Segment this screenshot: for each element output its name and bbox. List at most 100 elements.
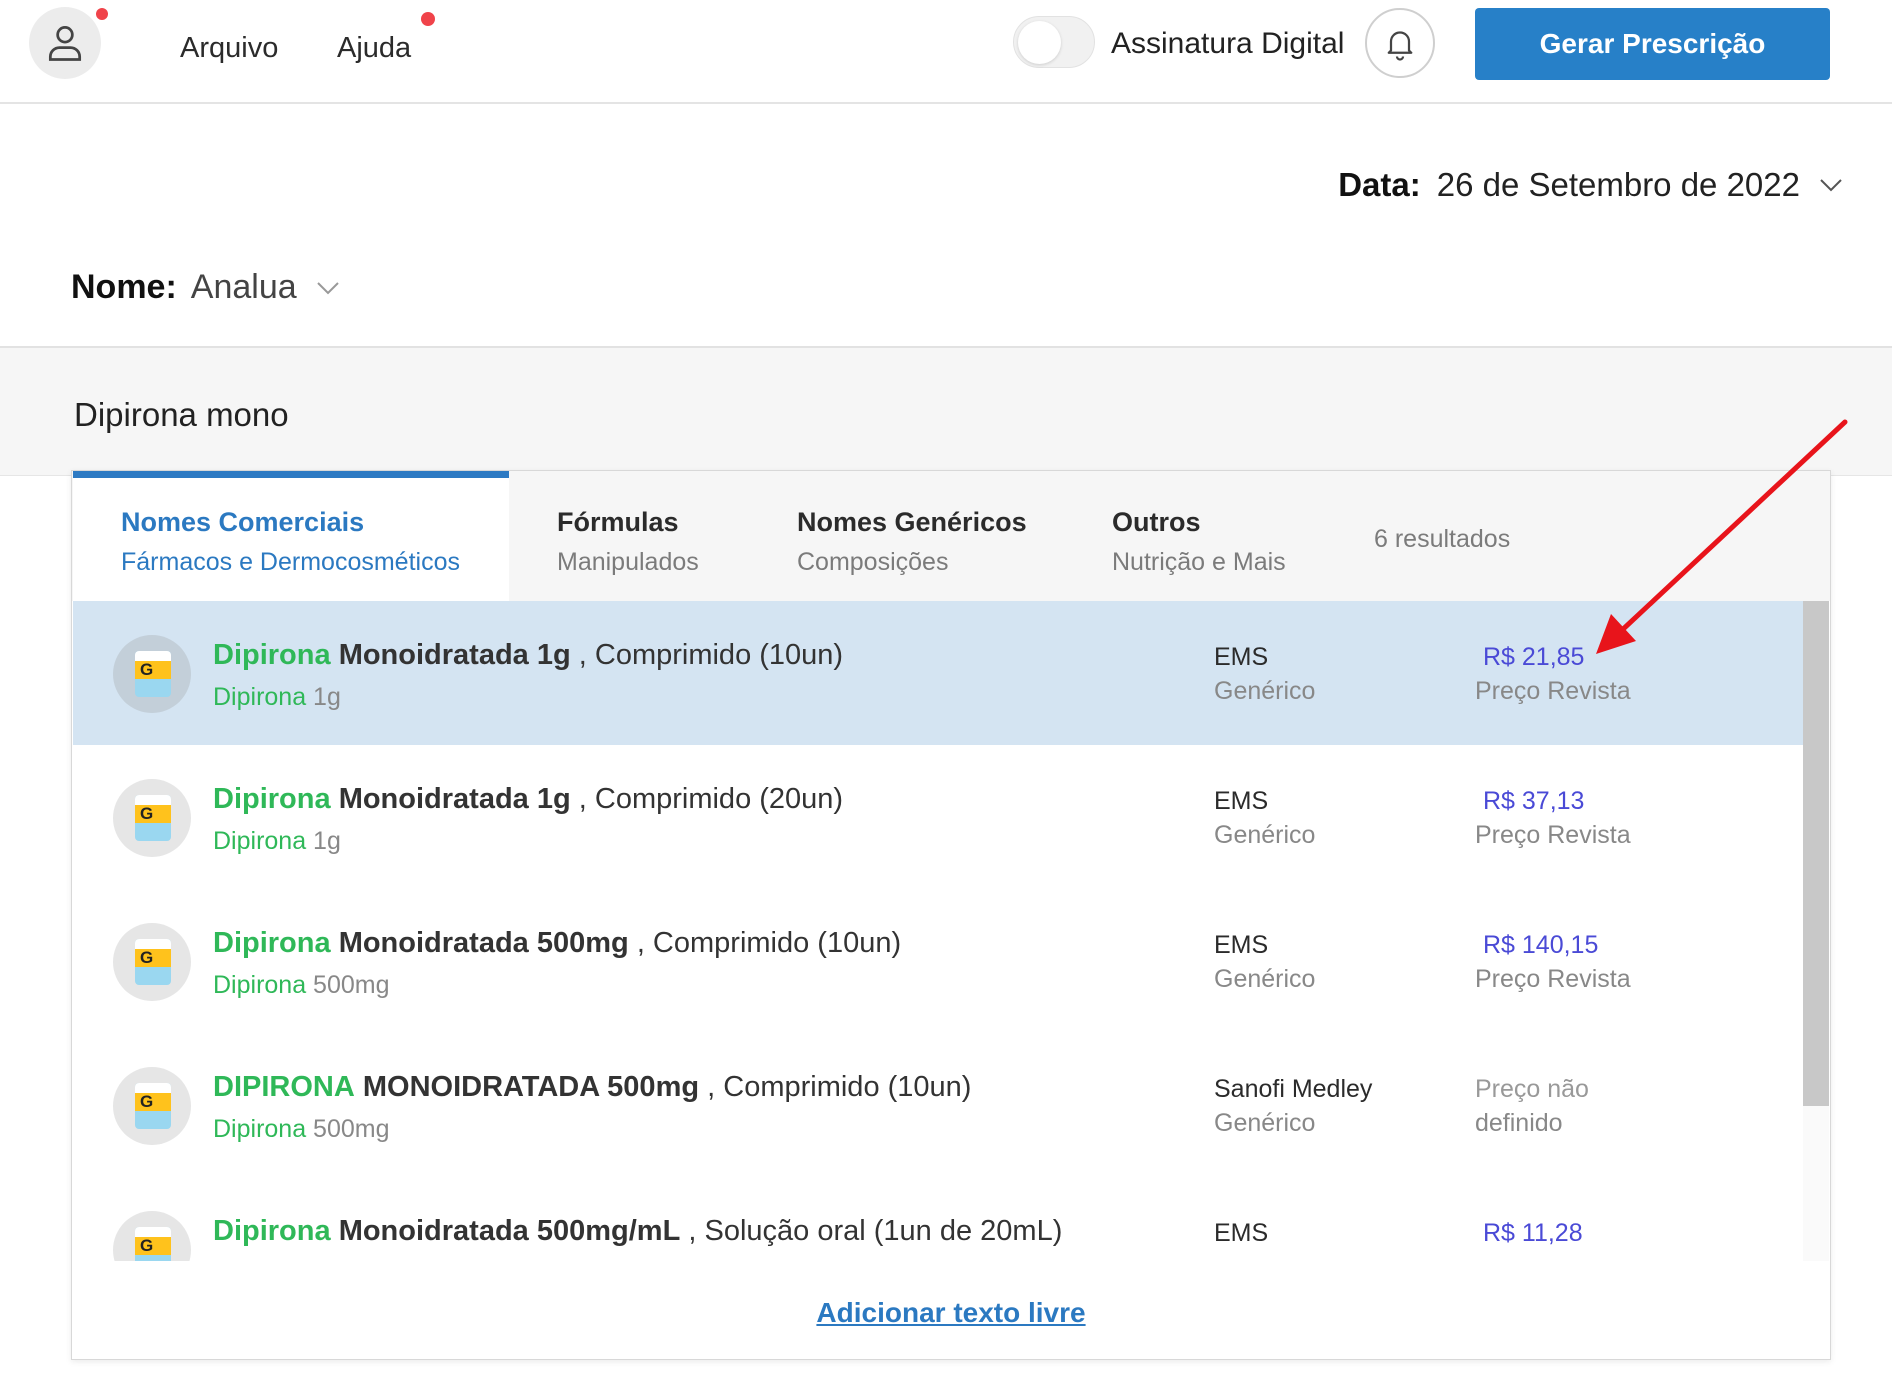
- manufacturer: Sanofi Medley: [1214, 1075, 1373, 1103]
- patient-name-selector[interactable]: Nome: Analua: [71, 268, 339, 307]
- tab-nomes-comerciais[interactable]: Nomes Comerciais Fármacos e Dermocosméti…: [73, 471, 509, 601]
- scrollbar-thumb[interactable]: [1803, 601, 1829, 1106]
- bell-icon: [1387, 31, 1413, 61]
- tab-subtitle: Fármacos e Dermocosméticos: [121, 548, 460, 576]
- substance-dose: 1g: [306, 683, 341, 711]
- manufacturer-type: Genérico: [1214, 677, 1316, 705]
- substance-dose: 500mg: [306, 1115, 390, 1143]
- manufacturer: EMS: [1214, 787, 1269, 815]
- digital-signature-label: Assinatura Digital: [1111, 27, 1345, 60]
- manufacturer: EMS: [1214, 643, 1269, 671]
- price-value: R$ 140,15: [1483, 931, 1599, 959]
- tab-subtitle: Composições: [797, 548, 949, 576]
- date-label: Data:: [1338, 166, 1421, 203]
- medicine-form: , Comprimido (10un): [636, 927, 902, 959]
- generic-badge-letter: G: [135, 1092, 171, 1111]
- tab-outros[interactable]: Outros Nutrição e Mais: [1112, 471, 1332, 601]
- medicine-substance: Dipirona 500mg: [213, 1115, 390, 1144]
- generic-medicine-icon: G: [113, 1211, 191, 1261]
- generic-badge-letter: G: [135, 804, 171, 823]
- medicine-brand: Dipirona: [213, 1215, 331, 1247]
- medicine-strength: Monoidratada 1g: [338, 639, 571, 671]
- manufacturer: EMS: [1214, 931, 1269, 959]
- generic-badge-letter: G: [135, 948, 171, 967]
- tab-title: Nomes Comerciais: [121, 507, 365, 537]
- date-selector[interactable]: Data: 26 de Setembro de 2022: [1338, 166, 1842, 204]
- substance-name: Dipirona: [213, 1115, 307, 1143]
- search-results-panel: Nomes Comerciais Fármacos e Dermocosméti…: [71, 470, 1831, 1360]
- medicine-form: , Solução oral (1un de 20mL): [688, 1215, 1063, 1247]
- digital-signature-toggle[interactable]: [1013, 16, 1095, 68]
- medication-search-area: [0, 346, 1892, 476]
- manufacturer: EMS: [1214, 1219, 1269, 1247]
- medicine-strength: MONOIDRATADA 500mg: [362, 1071, 700, 1103]
- menu-ajuda[interactable]: Ajuda: [337, 32, 411, 65]
- medicine-brand: Dipirona: [213, 783, 331, 815]
- result-row[interactable]: G Dipirona Monoidratada 1g , Comprimido …: [73, 745, 1803, 889]
- generic-medicine-icon: G: [113, 923, 191, 1001]
- medicine-strength: Monoidratada 500mg: [338, 927, 629, 959]
- medicine-strength: Monoidratada 1g: [338, 783, 571, 815]
- avatar-notification-dot: [96, 8, 108, 20]
- medicine-form: , Comprimido (10un): [707, 1071, 972, 1103]
- substance-name: Dipirona: [213, 683, 307, 711]
- tab-nomes-genericos[interactable]: Nomes Genéricos Composições: [797, 471, 1097, 601]
- results-count: 6 resultados: [1374, 525, 1511, 553]
- price-value: Preço não: [1475, 1075, 1589, 1103]
- substance-name: Dipirona: [213, 827, 307, 855]
- medicine-brand: DIPIRONA: [213, 1071, 355, 1103]
- chevron-down-icon: [316, 281, 339, 294]
- help-notification-dot: [421, 12, 435, 26]
- price-label: Preço Revista: [1475, 821, 1631, 849]
- user-avatar[interactable]: [29, 7, 101, 79]
- tab-title: Fórmulas: [557, 507, 679, 537]
- generic-medicine-icon: G: [113, 635, 191, 713]
- price-value: R$ 37,13: [1483, 787, 1585, 815]
- result-row[interactable]: G Dipirona Monoidratada 500mg/mL , Soluç…: [73, 1177, 1803, 1261]
- add-free-text-link[interactable]: Adicionar texto livre: [72, 1297, 1830, 1329]
- manufacturer-type: Genérico: [1214, 821, 1316, 849]
- medicine-strength: Monoidratada 500mg/mL: [338, 1215, 681, 1247]
- tab-subtitle: Manipulados: [557, 548, 699, 576]
- manufacturer-type: Genérico: [1214, 1109, 1316, 1137]
- medicine-substance: Dipirona 1g: [213, 827, 341, 856]
- tab-subtitle: Nutrição e Mais: [1112, 548, 1286, 576]
- medicine-form: , Comprimido (20un): [578, 783, 844, 815]
- medicine-title: Dipirona Monoidratada 1g , Comprimido (1…: [213, 639, 843, 672]
- generate-prescription-button[interactable]: Gerar Prescrição: [1475, 8, 1830, 80]
- substance-dose: 500mg: [306, 971, 390, 999]
- generic-badge-letter: G: [135, 1236, 171, 1255]
- results-tabs: Nomes Comerciais Fármacos e Dermocosméti…: [72, 471, 1830, 601]
- result-row[interactable]: G Dipirona Monoidratada 500mg , Comprimi…: [73, 889, 1803, 1033]
- menu-arquivo[interactable]: Arquivo: [180, 32, 278, 65]
- notifications-button[interactable]: [1365, 8, 1435, 78]
- medicine-title: DIPIRONA MONOIDRATADA 500mg , Comprimido…: [213, 1071, 971, 1104]
- top-bar: Arquivo Ajuda Assinatura Digital Gerar P…: [0, 0, 1892, 104]
- manufacturer-type: Genérico: [1214, 965, 1316, 993]
- result-row[interactable]: G Dipirona Monoidratada 1g , Comprimido …: [73, 601, 1803, 745]
- generic-badge-letter: G: [135, 660, 171, 679]
- price-value: R$ 21,85: [1483, 643, 1585, 671]
- tab-title: Nomes Genéricos: [797, 507, 1027, 537]
- medicine-substance: Dipirona 500mg: [213, 971, 390, 1000]
- date-value: 26 de Setembro de 2022: [1436, 166, 1800, 203]
- substance-name: Dipirona: [213, 971, 307, 999]
- medicine-substance: Dipirona 1g: [213, 683, 341, 712]
- medicine-title: Dipirona Monoidratada 500mg/mL , Solução…: [213, 1215, 1062, 1248]
- name-label: Nome:: [71, 268, 177, 306]
- results-list: G Dipirona Monoidratada 1g , Comprimido …: [73, 601, 1803, 1261]
- tab-formulas[interactable]: Fórmulas Manipulados: [557, 471, 777, 601]
- result-row[interactable]: G DIPIRONA MONOIDRATADA 500mg , Comprimi…: [73, 1033, 1803, 1177]
- generic-medicine-icon: G: [113, 1067, 191, 1145]
- tab-title: Outros: [1112, 507, 1201, 537]
- medicine-form: , Comprimido (10un): [578, 639, 844, 671]
- medicine-brand: Dipirona: [213, 927, 331, 959]
- medication-search-input[interactable]: [74, 396, 674, 434]
- substance-dose: 1g: [306, 827, 341, 855]
- chevron-down-icon: [1820, 179, 1842, 192]
- results-scrollbar[interactable]: [1803, 601, 1829, 1261]
- name-value: Analua: [190, 268, 297, 306]
- price-label: definido: [1475, 1109, 1563, 1137]
- medicine-title: Dipirona Monoidratada 1g , Comprimido (2…: [213, 783, 843, 816]
- medicine-brand: Dipirona: [213, 639, 331, 671]
